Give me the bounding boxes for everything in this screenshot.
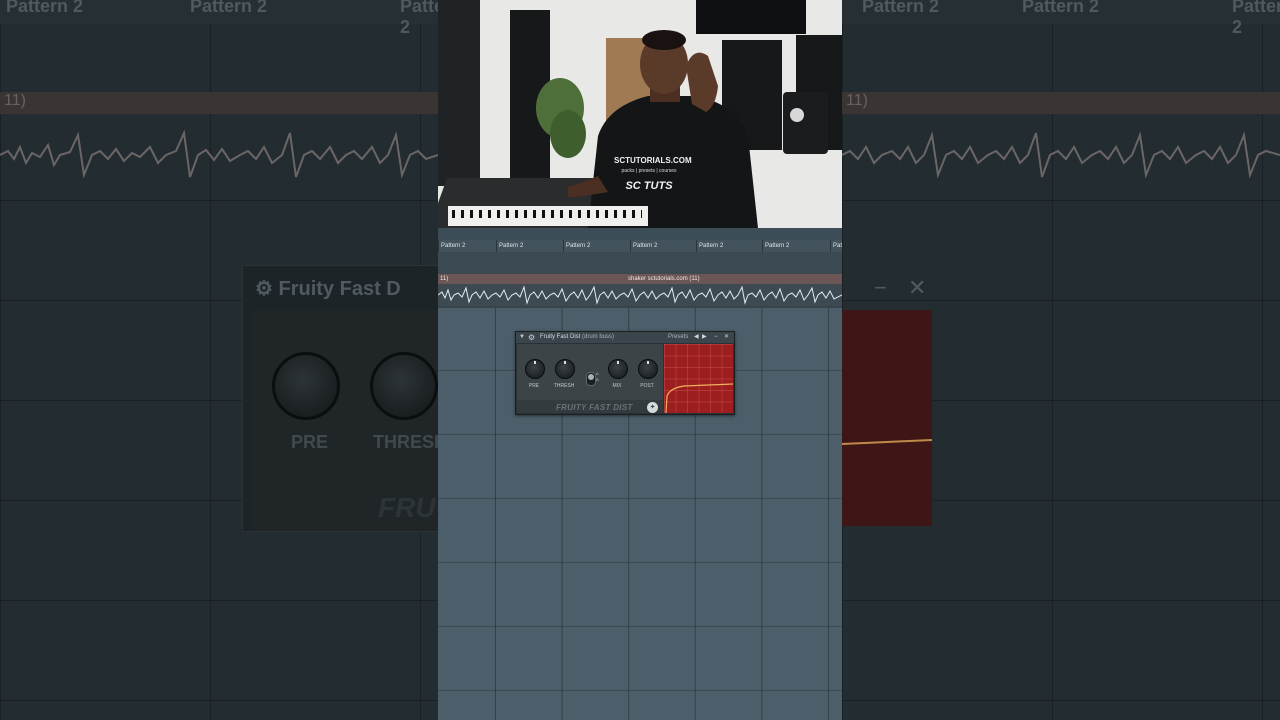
audio-clip-header[interactable]: 11) shaker sctutorials.com (11)	[438, 274, 842, 284]
background-pattern-label: Pattern 2	[1022, 0, 1100, 16]
pattern-track: Pattern 2 Pattern 2 Pattern 2 Pattern 2 …	[438, 240, 842, 252]
background-brand: FRU	[378, 492, 436, 523]
background-clip: 11)	[842, 92, 1280, 114]
speaker-cone	[790, 108, 804, 122]
post-label: POST	[640, 383, 654, 389]
minimize-icon[interactable]: −	[714, 332, 718, 343]
menu-arrow-icon[interactable]: ▼	[519, 332, 525, 343]
pattern-clip[interactable]: Pattern 2	[496, 240, 523, 252]
background-knob-label: PRE	[291, 432, 329, 452]
pattern-clip[interactable]: Pattern 2	[563, 240, 590, 252]
pattern-clip[interactable]: Pattern 2	[696, 240, 723, 252]
background-clip: 11)	[0, 92, 438, 114]
background-pattern-label: Pattern 2	[6, 0, 84, 16]
plugin-titlebar[interactable]: ▼ ⚙ Fruity Fast Dist (drum buss) Presets…	[516, 332, 734, 343]
background-pattern-label: Pattern 2	[862, 0, 940, 16]
mix-knob[interactable]	[608, 359, 628, 379]
background-knob	[272, 352, 340, 420]
background-graph	[842, 310, 933, 526]
background-right: Pattern 2 Pattern 2 Pattern 2 11) − ✕	[842, 0, 1280, 720]
keyboard-keys	[452, 210, 642, 218]
ab-label-b: B	[596, 377, 599, 382]
studio-speaker	[783, 92, 828, 154]
plugin-controls: A B PRE THRESH MIX POST FRUITY FAST DIST…	[517, 344, 663, 413]
playlist[interactable]: Pattern 2 Pattern 2 Pattern 2 Pattern 2 …	[438, 228, 842, 720]
pre-knob[interactable]	[525, 359, 545, 379]
studio-video: SCTUTORIALS.COM packs | presets | course…	[438, 0, 842, 228]
ab-switch[interactable]	[586, 372, 596, 386]
gear-icon: ⚙	[255, 278, 273, 300]
background-knob	[370, 352, 438, 420]
pattern-clip[interactable]: Pattern 2	[762, 240, 789, 252]
presets-button[interactable]: Presets	[668, 332, 688, 343]
pattern-clip[interactable]: Pattern 2	[438, 240, 465, 252]
pattern-clip[interactable]: Pattern 2	[630, 240, 657, 252]
close-icon[interactable]: ✕	[724, 332, 729, 343]
background-waveform	[0, 129, 438, 179]
background-pattern-label: Pattern 2	[190, 0, 268, 16]
transfer-curve	[665, 383, 733, 413]
shirt-text: SCTUTORIALS.COM	[614, 156, 692, 165]
plugin-subtitle: (drum buss)	[582, 334, 615, 340]
brand-bar: FRUITY FAST DIST ✦	[517, 400, 663, 413]
empty-track	[438, 252, 842, 276]
acoustic-panel	[438, 0, 480, 186]
audio-clip-name: shaker sctutorials.com (11)	[628, 276, 700, 282]
next-preset-icon[interactable]: ▶	[702, 332, 707, 343]
audio-clip[interactable]	[438, 284, 842, 306]
plugin-brand: FRUITY FAST DIST	[556, 403, 633, 412]
close-icon: ✕	[908, 275, 927, 300]
background-pattern-row: Pattern 2 Pattern 2 Pattern 2	[0, 0, 438, 37]
video-frame: SCTUTORIALS.COM packs | presets | course…	[438, 0, 842, 720]
gear-icon[interactable]: ⚙	[528, 332, 535, 343]
minimize-icon: −	[874, 275, 887, 300]
track-divider	[438, 306, 842, 308]
background-left: Pattern 2 Pattern 2 Pattern 2 11) ⚙ Frui…	[0, 0, 438, 720]
thresh-knob[interactable]	[555, 359, 575, 379]
plugin-title: Fruity Fast Dist	[540, 334, 581, 340]
post-knob[interactable]	[638, 359, 658, 379]
pre-label: PRE	[528, 383, 540, 389]
shirt-text: packs | presets | courses	[621, 168, 677, 174]
background-pattern-row: Pattern 2 Pattern 2 Pattern 2	[842, 0, 1280, 37]
clip-label-fragment: 11)	[440, 276, 449, 282]
mix-label: MIX	[612, 383, 622, 389]
distortion-curve-display	[664, 344, 733, 413]
background-pattern-label: Pattern 2	[1232, 0, 1280, 37]
pattern-clip[interactable]: Patt	[830, 240, 842, 252]
playlist-timeline[interactable]	[438, 228, 842, 240]
thresh-label: THRESH	[553, 383, 575, 389]
fruity-fast-dist-window[interactable]: ▼ ⚙ Fruity Fast Dist (drum buss) Presets…	[515, 331, 735, 415]
background-waveform	[842, 131, 1280, 179]
previous-preset-icon[interactable]: ◀	[694, 332, 699, 343]
background-knob-label: THRESH	[373, 432, 438, 452]
presenter	[568, 30, 758, 228]
shirt-logo: SC TUTS	[625, 180, 673, 192]
audio-waveform	[438, 285, 842, 305]
fl-logo-icon: ✦	[647, 402, 658, 413]
background-pattern-label: Pattern 2	[400, 0, 438, 37]
